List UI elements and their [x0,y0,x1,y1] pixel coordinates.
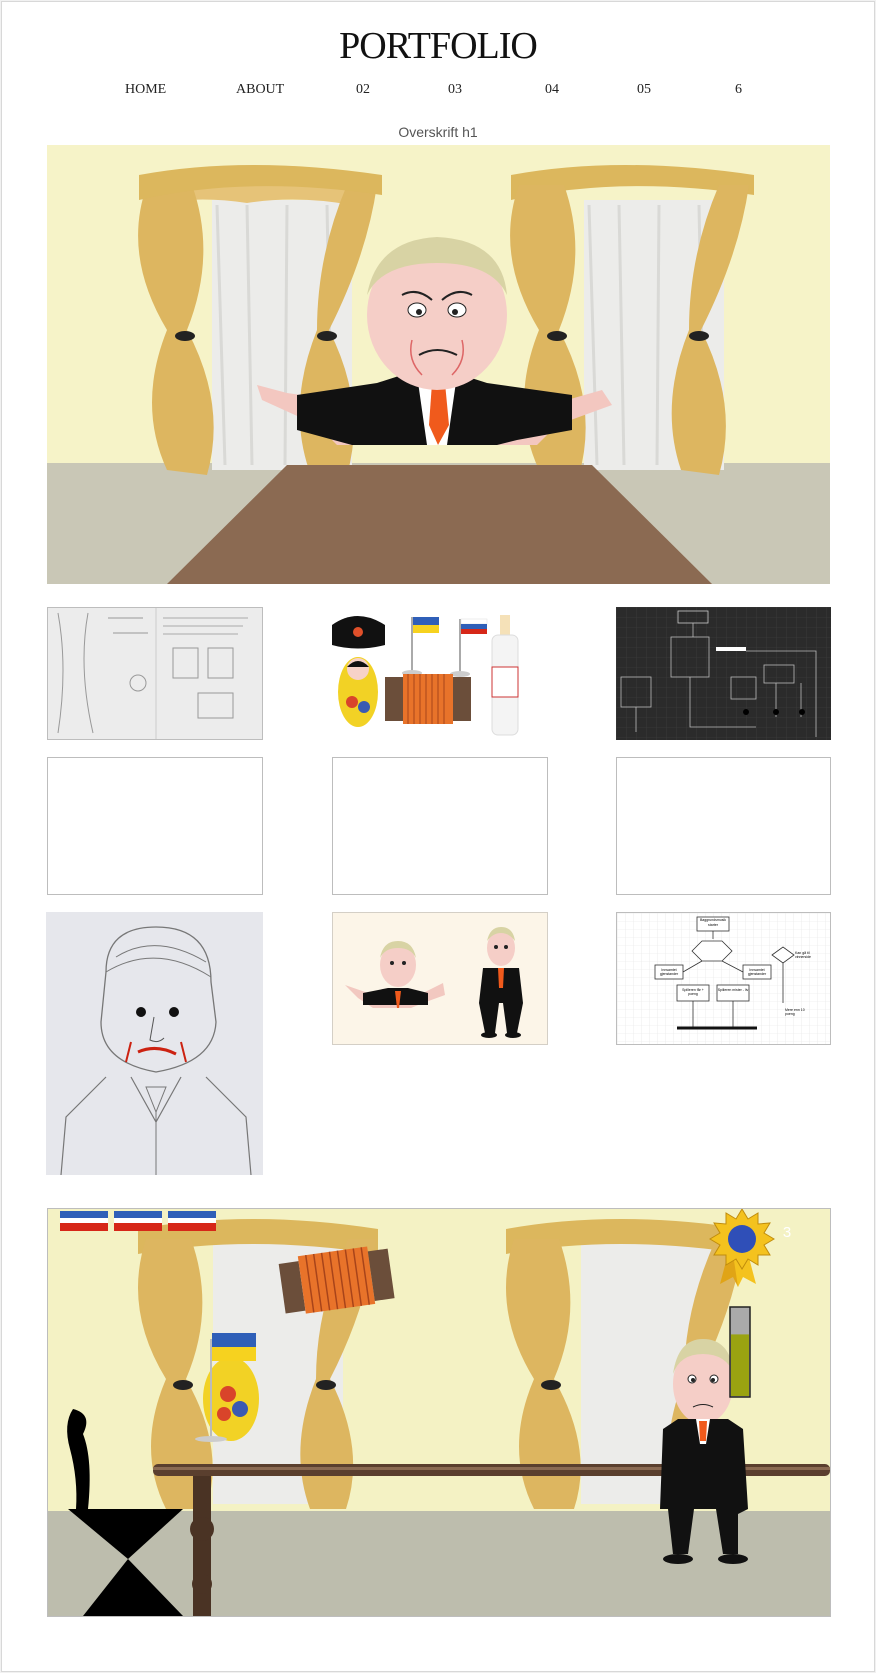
hero-illustration[interactable] [47,145,830,584]
nav-6[interactable]: 6 [735,82,742,98]
sketch-drawing [48,608,262,739]
flowchart-dark-thumbnail[interactable] [616,607,831,740]
characters-image [333,913,547,1044]
game-canvas[interactable]: 3 [47,1208,831,1617]
flow-start-node: Baggrundsmusik starter [699,918,727,927]
flow-mid-left-node: Spilleren får + poeng [682,988,704,996]
life-flag-icon [168,1211,216,1231]
progress-meter [729,1306,751,1398]
life-flag-icon [60,1211,108,1231]
main-nav: HOME ABOUT 02 03 04 05 6 [2,82,874,102]
empty-thumbnail-1[interactable] [47,757,263,895]
flowchart-dark-diagram [616,607,831,740]
flow-mid-right-node: Spilleren mister - liv [717,988,749,992]
flow-right-top-node: Kan gå til vinnerside [795,951,811,959]
life-flag-icon [114,1211,162,1231]
flow-left-node: Innsamlet gjenstander [659,968,679,976]
flowchart-light-thumbnail[interactable]: Baggrundsmusik starter Innsamlet gjensta… [616,912,831,1045]
site-logo[interactable]: PORTFOLIO [2,24,874,68]
lives-indicator [60,1211,216,1231]
nav-04[interactable]: 04 [545,82,559,98]
flowchart-light-diagram [617,913,830,1044]
empty-thumbnail-3[interactable] [616,757,831,895]
nav-about[interactable]: ABOUT [236,82,284,98]
nav-home[interactable]: HOME [125,82,166,98]
assets-thumbnail[interactable] [330,607,546,740]
page-heading: Overskrift h1 [398,124,478,140]
portfolio-page: PORTFOLIO HOME ABOUT 02 03 04 05 6 Overs… [2,2,874,1671]
nav-03[interactable]: 03 [448,82,462,98]
portrait-sketch [46,912,263,1175]
nav-05[interactable]: 05 [637,82,651,98]
game-assets-image [332,615,519,736]
flow-end-node: Mere enn 10 poeng [785,1008,805,1016]
score-value: 3 [782,1224,792,1241]
hero-scene [47,145,830,584]
nav-02[interactable]: 02 [356,82,370,98]
characters-thumbnail[interactable] [332,912,548,1045]
flow-right-node: Innsamlet gjenstander [747,968,767,976]
empty-thumbnail-2[interactable] [332,757,548,895]
sketch-thumbnail[interactable] [47,607,263,740]
game-scene [48,1209,830,1616]
portrait-sketch-thumbnail[interactable] [46,912,263,1175]
